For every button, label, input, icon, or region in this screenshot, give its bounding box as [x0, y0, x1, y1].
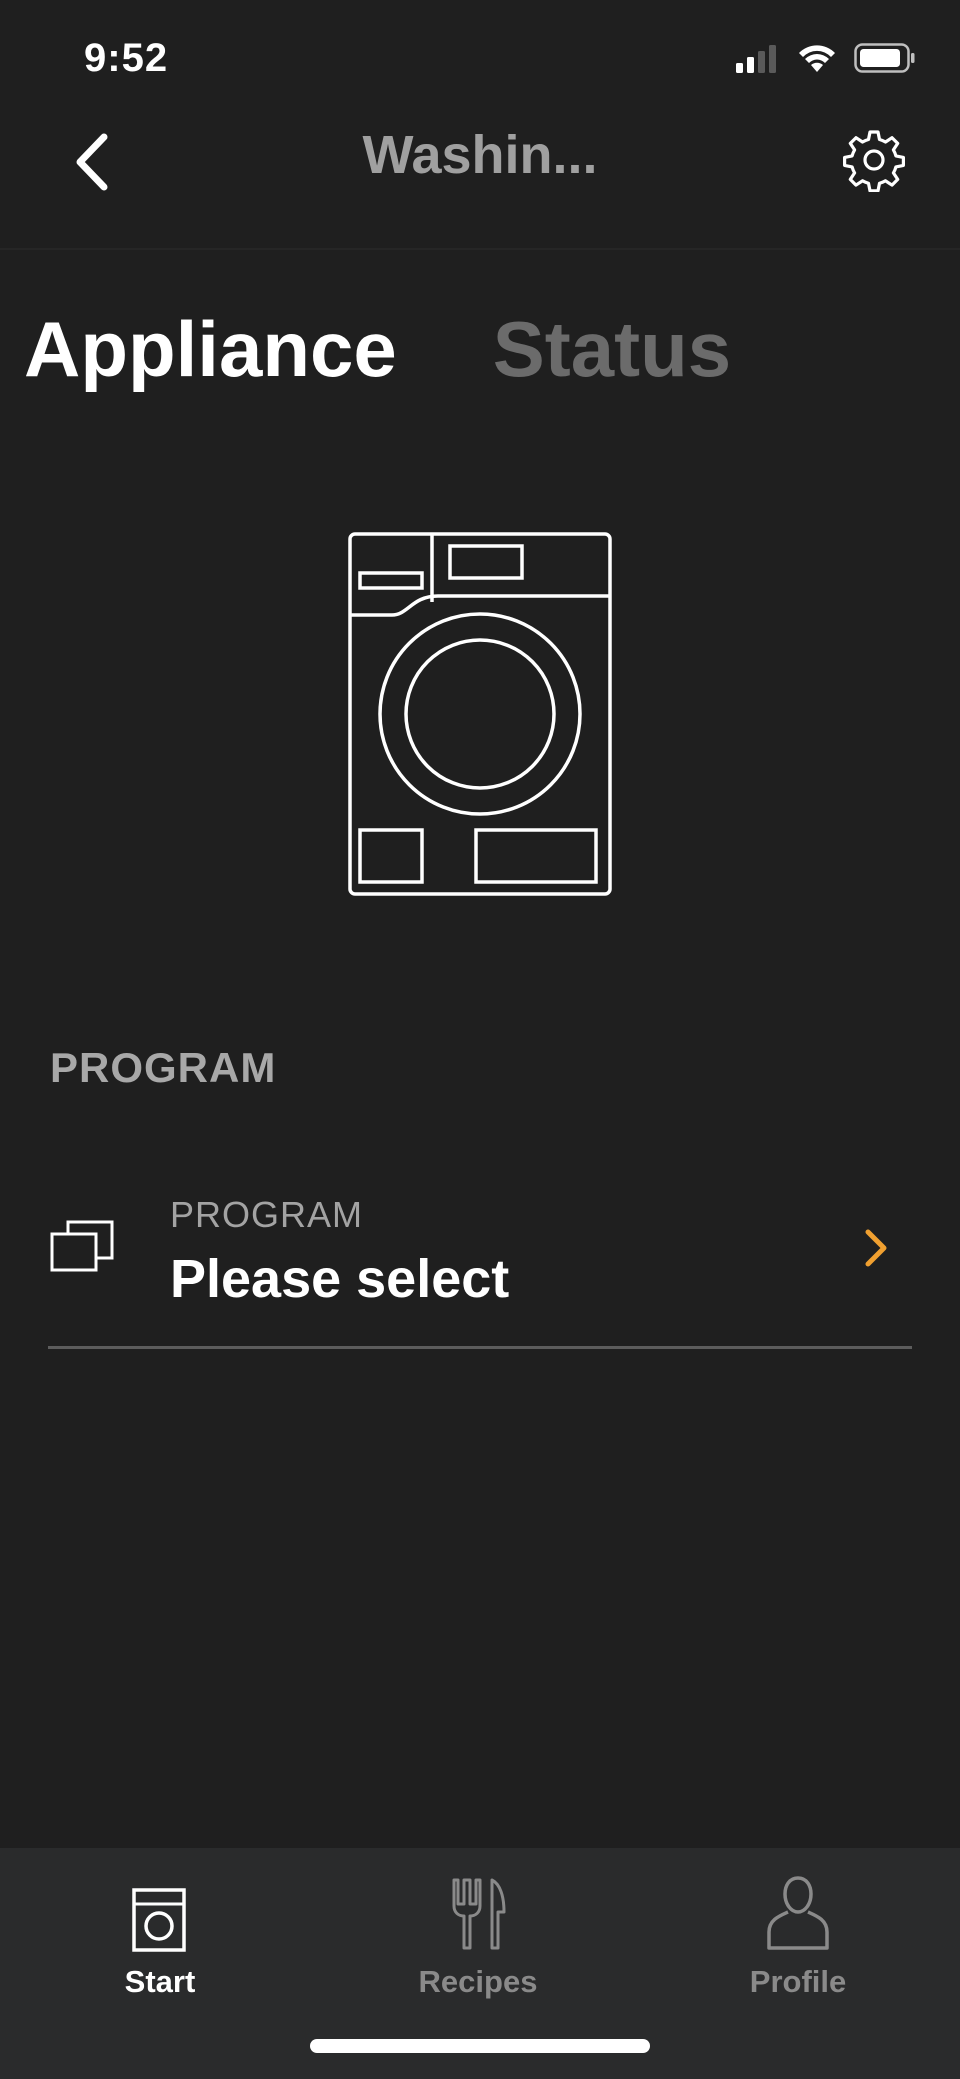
program-label: PROGRAM [170, 1194, 364, 1235]
washing-machine-screen: 9:52 Washin... Appliance Status PROGRAM … [0, 0, 960, 2079]
washing-machine-illustration [348, 532, 612, 896]
tab-bar-recipes[interactable]: Recipes [378, 1862, 578, 2022]
battery-icon [854, 43, 915, 73]
washing-machine-icon [132, 1888, 186, 1952]
gear-icon [843, 130, 905, 192]
tab-bar-recipes-label: Recipes [418, 1964, 538, 1999]
tab-bar-start-label: Start [124, 1964, 196, 1999]
status-time: 9:52 [84, 36, 169, 80]
home-indicator [310, 2039, 650, 2053]
tab-appliance[interactable]: Appliance [24, 310, 397, 388]
tab-bar-start[interactable]: Start [60, 1862, 260, 2022]
tab-bar-profile-label: Profile [749, 1964, 847, 1999]
wifi-icon [799, 45, 835, 72]
cellular-signal-icon [736, 45, 776, 73]
chevron-right-icon [865, 1229, 887, 1267]
bottom-tab-bar: Start Recipes Profile [0, 1848, 960, 2079]
program-value: Please select [170, 1249, 510, 1309]
program-section-heading: PROGRAM [50, 1044, 277, 1091]
stacked-windows-icon [50, 1220, 114, 1272]
tab-status[interactable]: Status [493, 310, 731, 388]
status-icons [736, 42, 916, 74]
program-select-row[interactable]: PROGRAM Please select [48, 1170, 912, 1349]
settings-button[interactable] [832, 118, 916, 202]
tab-bar-profile[interactable]: Profile [698, 1862, 898, 2022]
navigation-header: Washin... [0, 110, 960, 250]
person-icon [767, 1876, 829, 1950]
status-bar: 9:52 [0, 0, 960, 110]
segment-tabs: Appliance Status [24, 310, 731, 388]
page-title: Washin... [362, 125, 598, 185]
fork-knife-icon [452, 1878, 506, 1950]
